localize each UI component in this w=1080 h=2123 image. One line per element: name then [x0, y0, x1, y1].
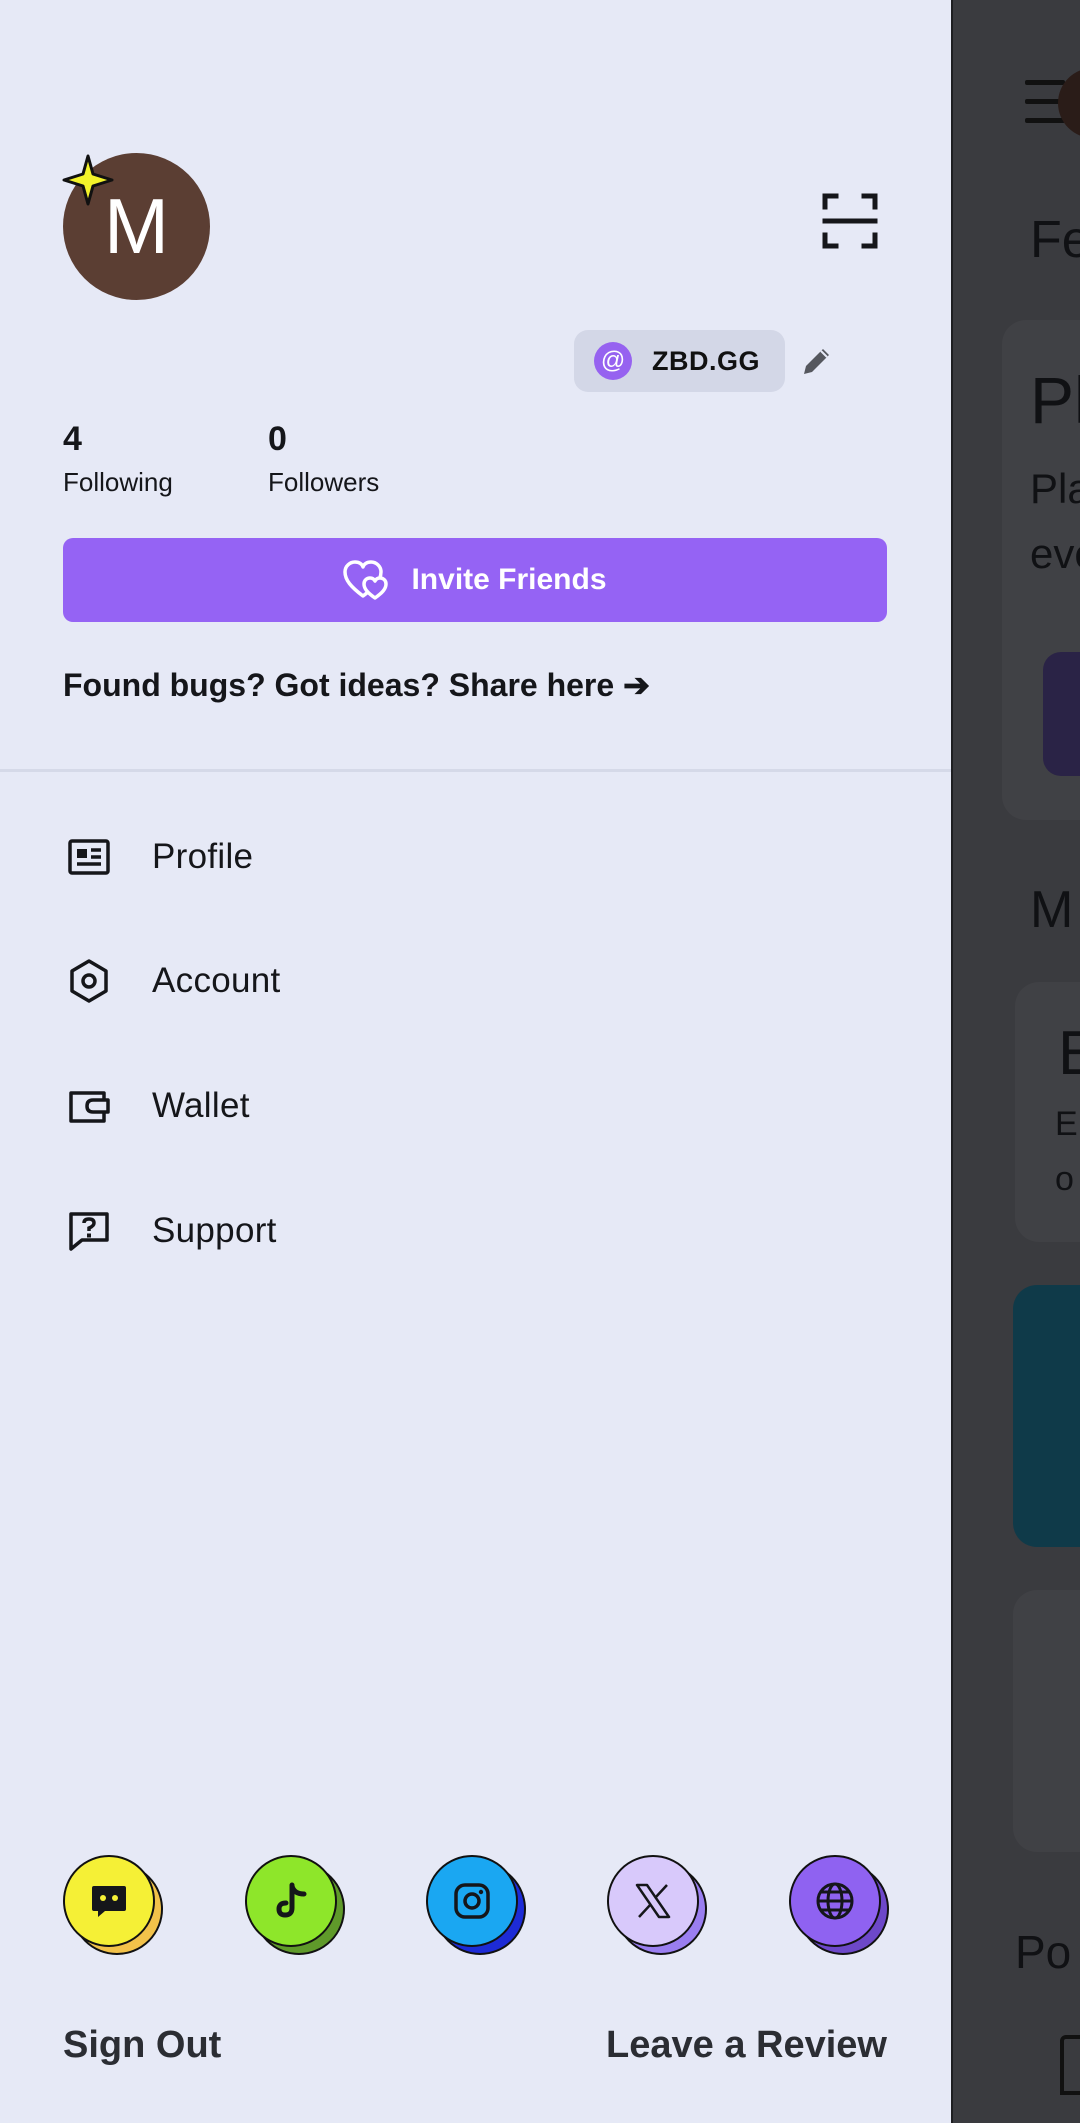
navigation-drawer: M @ ZBD.GG 4 Following 0 Followers Invit… [0, 0, 951, 2123]
followers-label: Followers [268, 467, 380, 497]
following-label: Following [63, 467, 173, 497]
help-chat-icon [63, 1205, 115, 1257]
menu-item-wallet[interactable]: Wallet [63, 1066, 887, 1146]
bg-card-3 [1013, 1590, 1080, 1852]
bg-header-text: Fe [1030, 211, 1080, 269]
bg-card1-line2: eve [1030, 530, 1080, 577]
username: ZBD.GG [652, 345, 760, 376]
website-button[interactable] [789, 1855, 889, 1955]
menu-label-wallet: Wallet [152, 1086, 250, 1125]
followers-stat[interactable]: 0 Followers [268, 420, 379, 498]
instagram-button[interactable] [426, 1855, 526, 1955]
feedback-link[interactable]: Found bugs? Got ideas? Share here ➔ [63, 666, 650, 704]
menu-item-profile[interactable]: Profile [63, 817, 887, 897]
bg-card1-title: Pl [1030, 363, 1080, 437]
bg-promo-image [1013, 1285, 1080, 1547]
x-logo-icon [607, 1855, 699, 1947]
leave-review-button[interactable]: Leave a Review [606, 2024, 887, 2067]
profile-card-icon [63, 831, 115, 883]
divider [0, 769, 951, 772]
globe-icon [789, 1855, 881, 1947]
bg-card2-line2: o [1055, 1160, 1074, 1198]
invite-friends-button[interactable]: Invite Friends [63, 538, 887, 622]
menu-label-profile: Profile [152, 837, 254, 876]
bg-card1-line1: Pla [1030, 465, 1080, 512]
bg-avatar [1058, 68, 1080, 138]
username-chip[interactable]: @ ZBD.GG [574, 330, 785, 392]
sign-out-button[interactable]: Sign Out [63, 2024, 221, 2067]
bg-card2-line1: E [1055, 1105, 1078, 1143]
bg-card1-button [1043, 652, 1080, 776]
menu-label-account: Account [152, 961, 281, 1000]
hearts-icon [343, 560, 389, 600]
discord-button[interactable] [63, 1855, 163, 1955]
following-stat[interactable]: 4 Following [63, 420, 173, 498]
bg-section2-text: M [1030, 881, 1074, 939]
bg-section3-text: Po [1015, 1926, 1072, 1978]
drawer-edge [951, 0, 953, 2123]
edit-pencil-icon[interactable] [800, 344, 834, 378]
menu-label-support: Support [152, 1211, 277, 1250]
at-icon: @ [594, 342, 632, 380]
menu-item-account[interactable]: Account [63, 941, 887, 1021]
bg-card2-title: E [1058, 1019, 1080, 1088]
tiktok-button[interactable] [245, 1855, 345, 1955]
followers-count: 0 [268, 420, 287, 458]
qr-scan-icon[interactable] [822, 193, 878, 249]
invite-friends-label: Invite Friends [411, 563, 607, 596]
menu-item-support[interactable]: Support [63, 1191, 887, 1271]
tiktok-icon [245, 1855, 337, 1947]
bg-home-icon [1060, 2035, 1080, 2095]
instagram-icon [426, 1855, 518, 1947]
x-button[interactable] [607, 1855, 707, 1955]
following-count: 4 [63, 420, 82, 458]
hexagon-icon [63, 955, 115, 1007]
sparkle-star-icon [62, 154, 114, 206]
wallet-icon [63, 1080, 115, 1132]
discord-icon [63, 1855, 155, 1947]
